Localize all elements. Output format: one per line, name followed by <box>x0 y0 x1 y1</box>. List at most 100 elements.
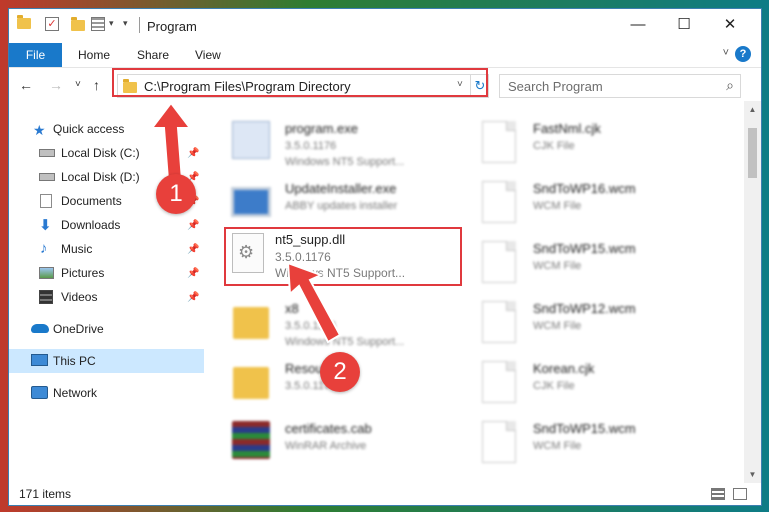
search-box[interactable]: Search Program ⌕ <box>499 74 741 98</box>
tab-share[interactable]: Share <box>137 48 169 62</box>
file-name: program.exe <box>285 121 358 136</box>
pin-icon[interactable]: 📌 <box>187 220 199 231</box>
search-icon[interactable]: ⌕ <box>726 77 734 94</box>
scroll-down-icon[interactable]: ▼ <box>744 466 761 483</box>
winrar-icon <box>229 421 273 465</box>
sidebar-item-label: Music <box>61 242 93 256</box>
scroll-thumb[interactable] <box>748 128 757 178</box>
file-item[interactable]: x8 3.5.0.1176 Windows NT5 Support... <box>229 293 469 353</box>
close-button[interactable]: ✕ <box>707 9 753 39</box>
sidebar-item-downloads[interactable]: ⬇ Downloads 📌 <box>9 213 204 237</box>
document-icon <box>477 421 521 465</box>
file-type: CJK File <box>533 140 575 152</box>
file-item[interactable]: SndToWP15.wcm WCM File <box>477 413 717 473</box>
file-type: WCM File <box>533 200 582 212</box>
pin-icon[interactable]: 📌 <box>187 268 199 279</box>
minimize-button[interactable]: — <box>615 9 661 39</box>
cloud-icon <box>31 324 49 333</box>
file-type: WinRAR Archive <box>285 440 367 452</box>
scroll-up-icon[interactable]: ▲ <box>744 101 761 118</box>
details-view-icon[interactable] <box>711 488 725 500</box>
ribbon-tabs: File Home Share View ˅ ? <box>9 43 761 67</box>
navigation-pane: ★ Quick access Local Disk (C:) 📌 Local D… <box>9 101 204 481</box>
download-icon: ⬇ <box>39 217 52 234</box>
file-name: FastNml.cjk <box>533 121 601 136</box>
file-name: SndToWP16.wcm <box>533 181 636 196</box>
sidebar-item-label: Pictures <box>61 266 105 280</box>
file-item[interactable]: program.exe 3.5.0.1176 Windows NT5 Suppo… <box>229 113 469 173</box>
folder-icon <box>229 361 273 405</box>
file-item[interactable]: certificates.cab WinRAR Archive <box>229 413 469 473</box>
large-icons-view-icon[interactable] <box>733 488 747 500</box>
maximize-button[interactable]: ☐ <box>661 9 707 39</box>
back-arrow-icon[interactable]: ← <box>19 77 33 93</box>
drive-icon <box>39 173 55 181</box>
sidebar-item-this-pc[interactable]: This PC <box>9 349 204 373</box>
expand-ribbon-chevron-icon[interactable]: ˅ <box>723 47 729 59</box>
checkbox-properties-icon[interactable]: ✓ <box>45 17 59 31</box>
sidebar-item-music[interactable]: ♪ Music 📌 <box>9 237 204 261</box>
title-bar: ✓ ▾ ▾ Program — ☐ ✕ <box>9 9 761 43</box>
file-type: WCM File <box>533 260 582 272</box>
file-name: Korean.cjk <box>533 361 595 376</box>
file-item[interactable]: Korean.cjk CJK File <box>477 353 717 413</box>
file-item[interactable]: SndToWP16.wcm WCM File <box>477 173 717 233</box>
sidebar-item-label: This PC <box>53 354 96 368</box>
file-name: UpdateInstaller.exe <box>285 181 397 196</box>
folder-icon[interactable] <box>17 15 31 29</box>
file-type: CJK File <box>533 380 575 392</box>
file-name: x8 <box>285 301 299 316</box>
tab-view[interactable]: View <box>195 48 221 62</box>
forward-arrow-icon[interactable]: → <box>49 77 63 93</box>
tab-home[interactable]: Home <box>78 48 110 62</box>
sidebar-item-label: Quick access <box>53 122 125 136</box>
pin-icon[interactable]: 📌 <box>187 148 199 159</box>
sidebar-item-label: Local Disk (C:) <box>61 146 140 160</box>
step-1-badge: 1 <box>156 174 196 214</box>
file-description: Windows NT5 Support... <box>285 156 405 168</box>
sidebar-item-pictures[interactable]: Pictures 📌 <box>9 261 204 285</box>
dropdown-chevron-icon[interactable]: ▾ <box>109 18 114 29</box>
file-item[interactable]: SndToWP12.wcm WCM File <box>477 293 717 353</box>
videos-icon <box>39 290 53 304</box>
file-type: WCM File <box>533 320 582 332</box>
sidebar-item-local-disk-c[interactable]: Local Disk (C:) 📌 <box>9 141 204 165</box>
tab-file[interactable]: File <box>9 43 62 67</box>
sidebar-item-label: Local Disk (D:) <box>61 170 140 184</box>
file-type: ABBY updates installer <box>285 200 398 212</box>
file-name: certificates.cab <box>285 421 372 436</box>
file-list: program.exe 3.5.0.1176 Windows NT5 Suppo… <box>207 101 739 481</box>
step-2-badge: 2 <box>320 352 360 392</box>
up-arrow-icon[interactable]: ↑ <box>93 77 100 93</box>
dll-file-highlight <box>224 227 462 286</box>
sidebar-item-network[interactable]: Network <box>9 381 204 405</box>
file-item[interactable]: UpdateInstaller.exe ABBY updates install… <box>229 173 469 233</box>
sidebar-item-quick-access[interactable]: ★ Quick access <box>9 117 204 141</box>
vertical-scrollbar[interactable]: ▲ ▼ <box>744 101 761 483</box>
address-bar-highlight <box>112 68 488 97</box>
pin-icon[interactable]: 📌 <box>187 244 199 255</box>
sidebar-item-label: Documents <box>61 194 122 208</box>
customize-toolbar-icon[interactable] <box>91 17 105 31</box>
item-count: 171 items <box>19 487 72 501</box>
search-placeholder[interactable]: Search Program <box>508 79 603 94</box>
sidebar-item-onedrive[interactable]: OneDrive <box>9 317 204 341</box>
file-description: Windows NT5 Support... <box>285 336 405 348</box>
file-type: WCM File <box>533 440 582 452</box>
exe-icon <box>229 121 273 165</box>
sidebar-item-videos[interactable]: Videos 📌 <box>9 285 204 309</box>
file-item[interactable]: SndToWP15.wcm WCM File <box>477 233 717 293</box>
network-icon <box>31 386 48 399</box>
status-bar: 171 items <box>9 483 761 505</box>
pictures-icon <box>39 267 54 279</box>
file-item[interactable]: FastNml.cjk CJK File <box>477 113 717 173</box>
recent-locations-chevron-icon[interactable]: ˅ <box>75 79 81 90</box>
pin-icon[interactable]: 📌 <box>187 292 199 303</box>
drive-icon <box>39 149 55 157</box>
document-icon <box>477 361 521 405</box>
file-name: SndToWP15.wcm <box>533 241 636 256</box>
document-icon <box>477 121 521 165</box>
star-icon: ★ <box>33 122 46 138</box>
help-icon[interactable]: ? <box>735 46 751 62</box>
new-folder-icon[interactable] <box>71 17 85 31</box>
